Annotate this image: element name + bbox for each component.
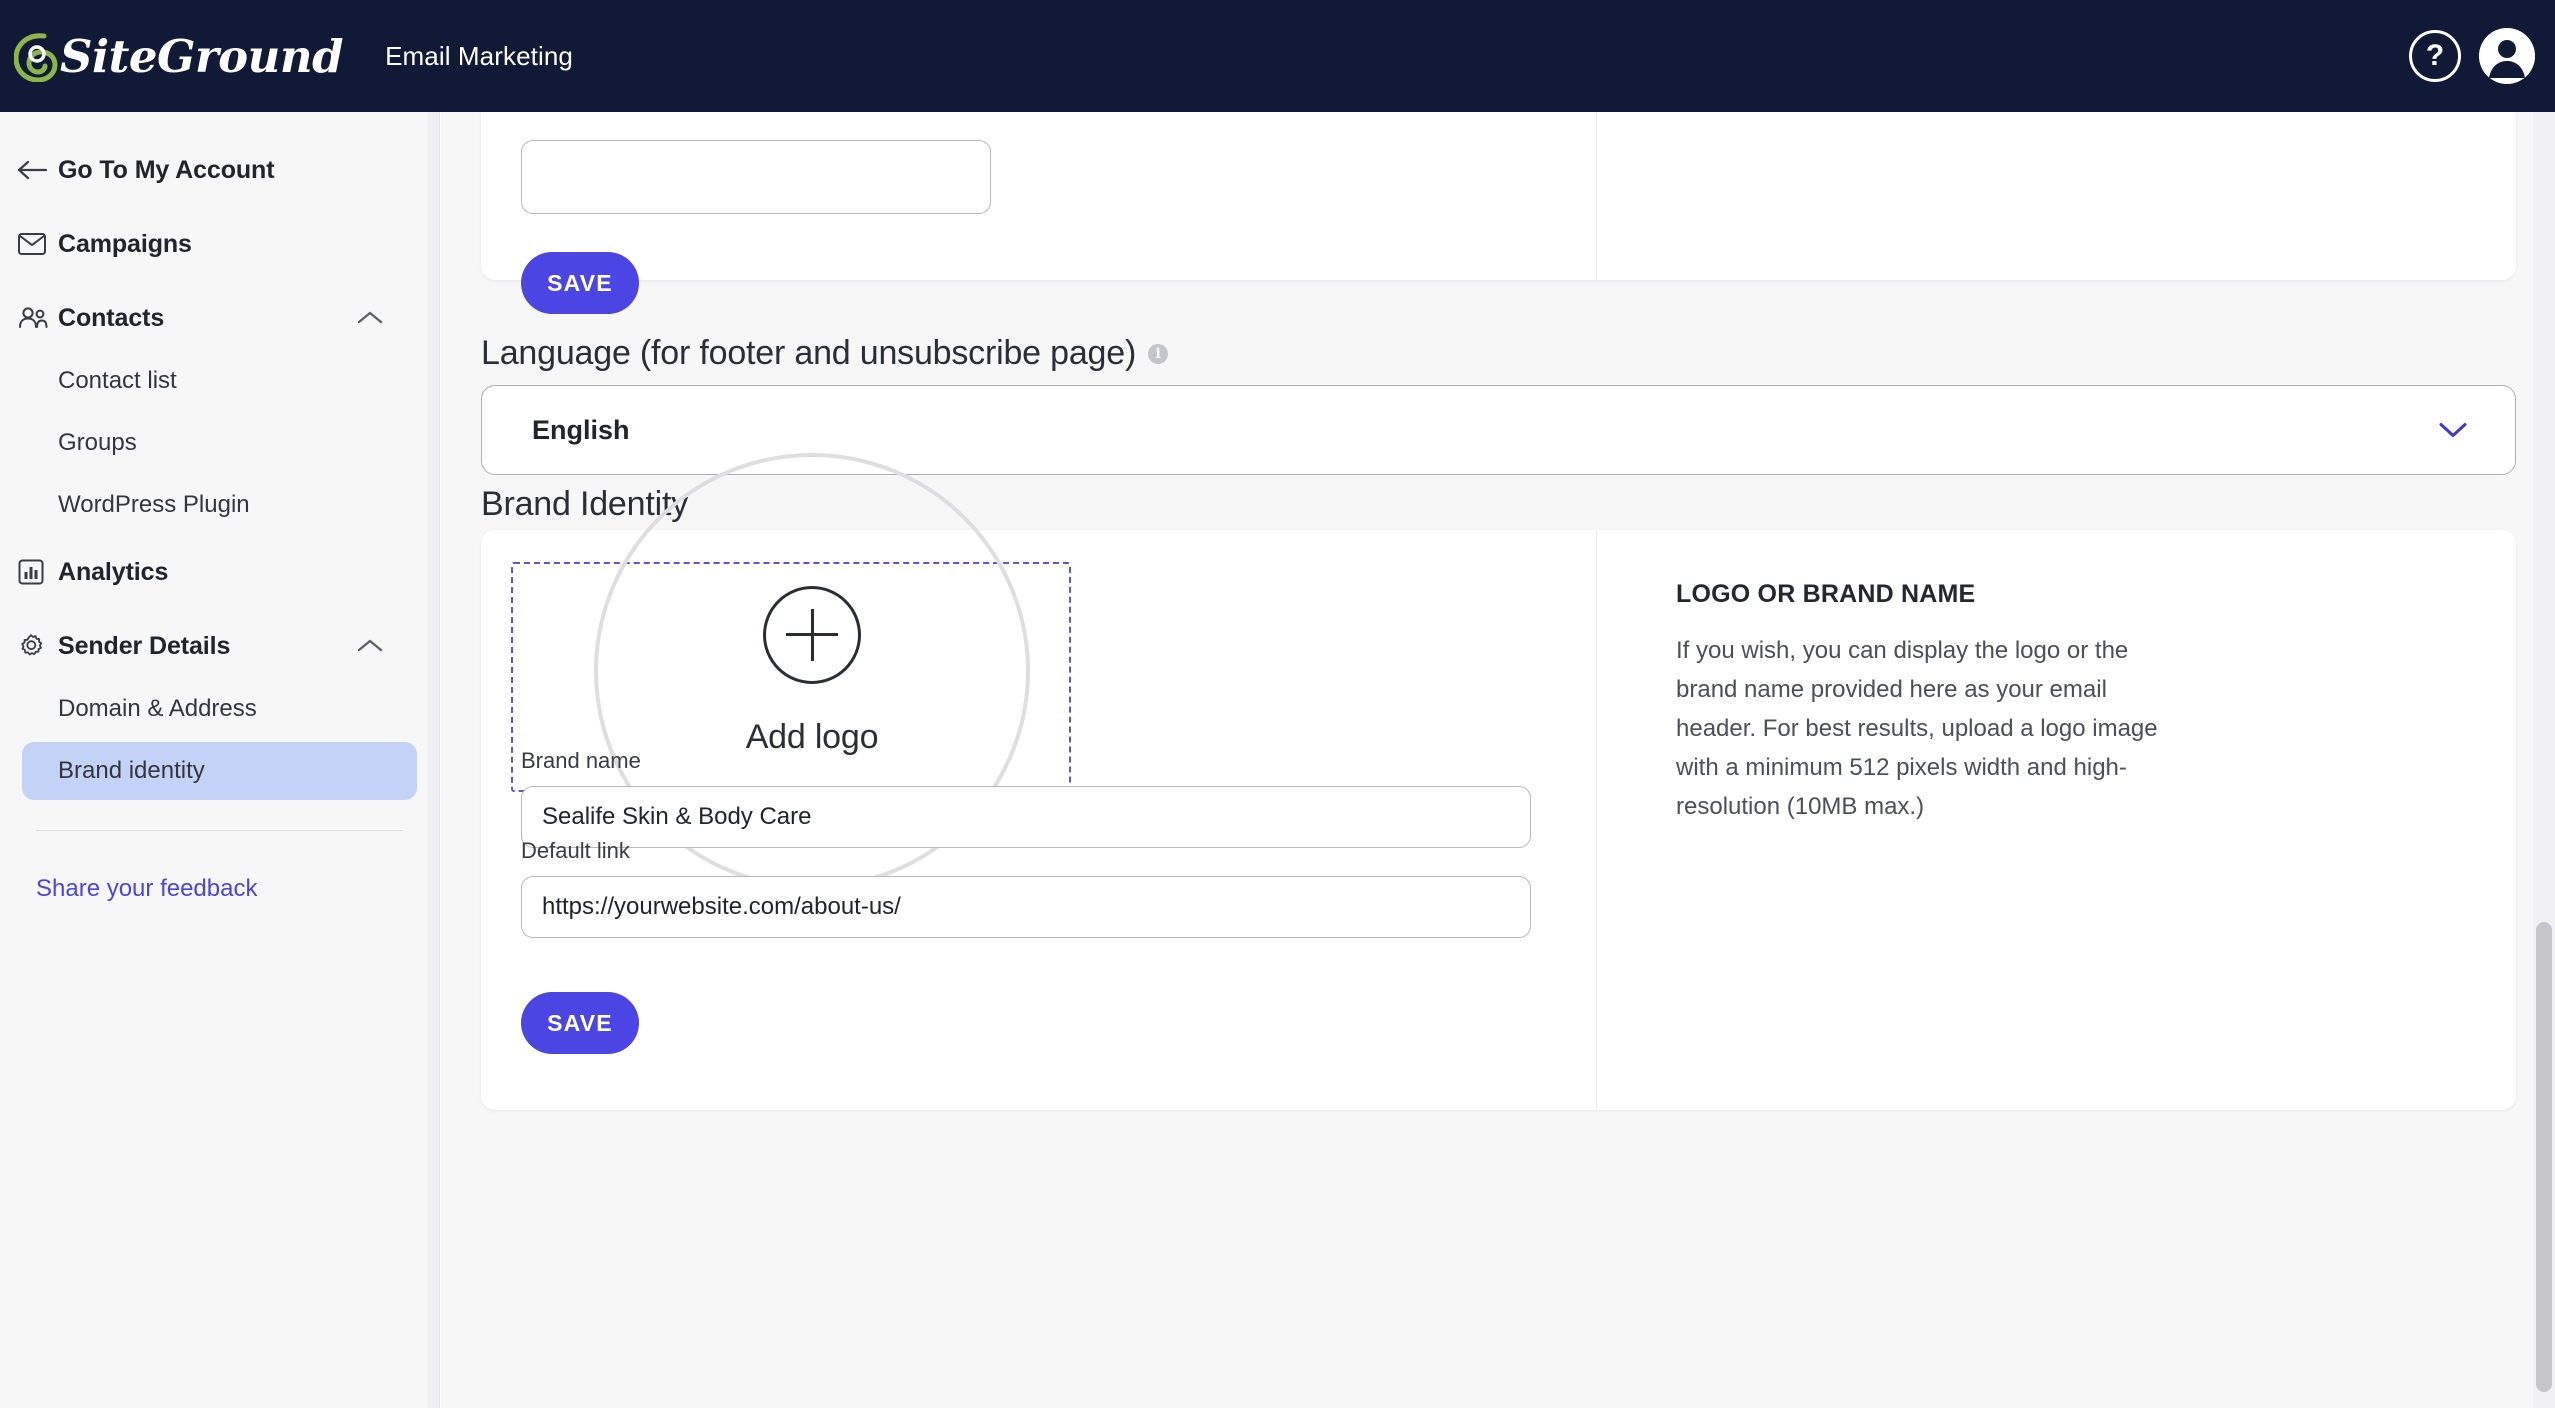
app-title: Email Marketing <box>385 40 573 71</box>
chevron-up-icon[interactable] <box>357 638 383 654</box>
gear-icon <box>18 633 58 659</box>
main-scrollbar[interactable] <box>2533 112 2555 1408</box>
language-section-heading: Language (for footer and unsubscribe pag… <box>481 334 1169 373</box>
default-link-input[interactable] <box>521 876 1531 938</box>
sidebar-subitem-label: Groups <box>58 429 137 456</box>
top-bar: SiteGround Email Marketing ? <box>0 0 2555 112</box>
envelope-icon <box>18 233 58 255</box>
bar-chart-icon <box>18 559 58 585</box>
plus-circle-icon <box>763 585 861 684</box>
sidebar-item-contacts[interactable]: Contacts <box>0 288 439 348</box>
main-scrollbar-thumb[interactable] <box>2536 922 2552 1392</box>
sidebar-item-campaigns[interactable]: Campaigns <box>0 214 439 274</box>
sidebar-subitem-label: Domain & Address <box>58 695 257 722</box>
card-divider <box>1596 530 1597 1110</box>
sidebar-item-sender-details[interactable]: Sender Details <box>0 616 439 676</box>
sidebar-item-contact-list[interactable]: Contact list <box>22 352 417 410</box>
sidebar-item-go-to-my-account[interactable]: Go To My Account <box>0 140 439 200</box>
logo-info-title: LOGO OR BRAND NAME <box>1676 580 1976 608</box>
logo-info-panel: LOGO OR BRAND NAME If you wish, you can … <box>1676 580 2166 826</box>
chevron-down-icon[interactable] <box>2439 422 2467 439</box>
sidebar-item-wordpress-plugin[interactable]: WordPress Plugin <box>22 476 417 534</box>
default-link-label: Default link <box>521 838 630 863</box>
domain-settings-card: SAVE <box>481 112 2516 314</box>
sidebar-item-label: Contacts <box>58 303 165 332</box>
main-content: SAVE Language (for footer and unsubscrib… <box>441 112 2555 1408</box>
chevron-up-icon[interactable] <box>357 310 383 326</box>
sidebar-subitem-label: Contact list <box>58 367 177 394</box>
sidebar-item-label: Go To My Account <box>58 155 275 184</box>
save-button-brand[interactable]: SAVE <box>521 992 639 1054</box>
sidebar-item-analytics[interactable]: Analytics <box>0 542 439 602</box>
save-button-top[interactable]: SAVE <box>521 252 639 314</box>
topbar-actions: ? <box>2409 0 2535 112</box>
siteground-mark-icon <box>14 33 58 82</box>
sidebar-item-groups[interactable]: Groups <box>22 414 417 472</box>
sidebar-item-label: Campaigns <box>58 229 192 258</box>
brand-name-label: Brand name <box>521 748 641 773</box>
info-icon[interactable]: i <box>1148 343 1169 364</box>
arrow-left-icon <box>18 159 58 181</box>
sidebar-subitem-label: WordPress Plugin <box>58 491 250 518</box>
sidebar-item-brand-identity[interactable]: Brand identity <box>22 742 417 800</box>
sidebar-item-domain-address[interactable]: Domain & Address <box>22 680 417 738</box>
help-question-icon[interactable]: ? <box>2409 30 2461 82</box>
sidebar-item-label: Sender Details <box>58 631 231 660</box>
sidebar-subitem-label: Brand identity <box>58 757 205 784</box>
people-icon <box>18 307 58 329</box>
user-avatar-icon[interactable] <box>2479 28 2535 84</box>
logo-info-body: If you wish, you can display the logo or… <box>1676 637 2158 820</box>
sidebar-item-label: Analytics <box>58 557 169 586</box>
share-feedback-link[interactable]: Share your feedback <box>36 875 439 903</box>
siteground-logo[interactable]: SiteGround <box>14 29 344 83</box>
language-heading-text: Language (for footer and unsubscribe pag… <box>481 334 1137 372</box>
sidebar-scrollbar[interactable] <box>427 112 439 1408</box>
avatar-glyph-icon <box>2479 28 2535 84</box>
default-link-field-group: Default link <box>521 838 1531 938</box>
language-select-value: English <box>532 414 630 445</box>
sidebar: Go To My Account Campaigns Contacts Cont… <box>0 112 440 1408</box>
sidebar-divider <box>36 830 403 831</box>
card-divider <box>1596 112 1597 280</box>
partial-text-field[interactable] <box>521 140 991 214</box>
siteground-wordmark: SiteGround <box>60 29 344 83</box>
brand-identity-card: Add logo Brand name Default link SAVE LO… <box>481 453 2516 1110</box>
brand-name-field-group: Brand name <box>521 748 1531 848</box>
